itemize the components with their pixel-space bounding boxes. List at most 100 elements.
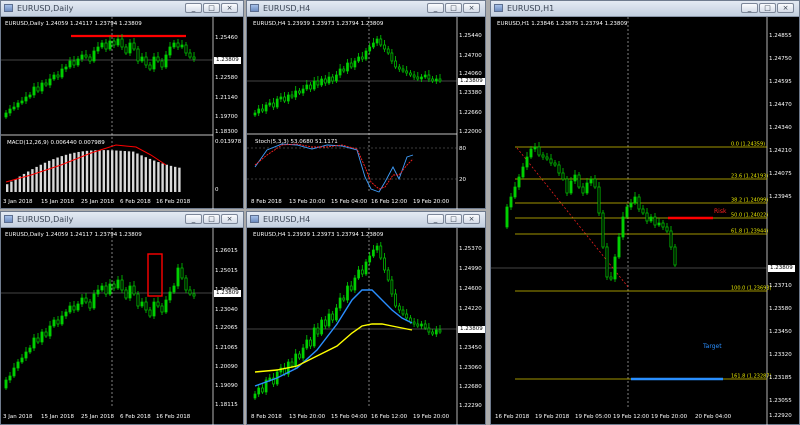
minimize-button[interactable]: _: [427, 214, 444, 224]
close-button[interactable]: ×: [463, 214, 480, 224]
candle-body: [48, 78, 52, 86]
time-label: 6 Feb 2018: [120, 414, 151, 420]
price-chart[interactable]: EURUSD,Daily 1.24059 1.24117 1.23794 1.2…: [1, 228, 243, 425]
candle-body: [52, 319, 56, 327]
candle-body: [327, 76, 331, 84]
macd-bar: [153, 160, 156, 192]
chart-window-eurusd-h1-fibonacci[interactable]: EURUSD,H1 _ □ × EURUSD,H1 1.23846 1.2387…: [490, 0, 800, 425]
macd-histogram: [6, 150, 181, 192]
indicator-label: 80: [459, 146, 466, 152]
price-label: 1.19700: [215, 114, 238, 120]
chart-window-eurusd-daily[interactable]: EURUSD,Daily _ □ × EURUSD,Daily 1.24059 …: [0, 211, 244, 425]
candle-body: [257, 387, 261, 395]
candle-body: [383, 257, 386, 271]
candle-body: [364, 261, 368, 275]
minimize-button[interactable]: _: [185, 3, 202, 13]
price-chart[interactable]: EURUSD,Daily 1.24059 1.24117 1.23794 1.2…: [1, 17, 243, 209]
candle-body: [168, 291, 172, 301]
time-label: 15 Jan 2018: [41, 199, 74, 205]
candle-body: [76, 303, 80, 311]
macd-bar: [111, 150, 114, 192]
chart-window-eurusd-daily-macd[interactable]: EURUSD,Daily _ □ × EURUSD,Daily 1.24059 …: [0, 0, 244, 209]
candle-body: [108, 283, 112, 295]
macd-bar: [119, 150, 122, 192]
window-titlebar[interactable]: EURUSD,Daily _ □ ×: [1, 1, 243, 17]
candle-body: [420, 76, 423, 80]
macd-bar: [102, 150, 105, 192]
candle-body: [172, 42, 176, 48]
maximize-button[interactable]: □: [759, 3, 776, 13]
price-label: 1.22920: [769, 413, 792, 419]
candle-body: [565, 178, 569, 194]
macd-bar: [157, 162, 160, 192]
candle-body: [72, 60, 76, 66]
window-titlebar[interactable]: EURUSD,Daily _ □ ×: [1, 212, 243, 228]
maximize-button[interactable]: □: [203, 3, 220, 13]
macd-bar: [31, 169, 34, 192]
candle-body: [625, 206, 629, 218]
close-button[interactable]: ×: [221, 214, 238, 224]
time-label: 16 Feb 2018: [495, 414, 530, 420]
window-titlebar[interactable]: EURUSD,H1 _ □ ×: [491, 1, 799, 17]
chart-window-icon: [4, 4, 13, 12]
candle-body: [537, 146, 541, 156]
candle-body: [309, 84, 312, 90]
close-button[interactable]: ×: [221, 3, 238, 13]
price-label: 1.25440: [459, 33, 482, 39]
price-chart[interactable]: EURUSD,H1 1.23846 1.23875 1.23794 1.2380…: [491, 17, 799, 425]
close-button[interactable]: ×: [777, 3, 794, 13]
chart-window-eurusd-h4-ma[interactable]: EURUSD,H4 _ □ × EURUSD,H4 1.23939 1.2397…: [246, 211, 486, 425]
close-button[interactable]: ×: [463, 3, 480, 13]
window-titlebar[interactable]: EURUSD,H4 _ □ ×: [247, 1, 485, 17]
candle-body: [323, 78, 327, 84]
macd-bar: [132, 151, 135, 192]
maximize-button[interactable]: □: [445, 3, 462, 13]
time-label: 19 Feb 2018: [535, 414, 570, 420]
candle-body: [152, 301, 156, 317]
price-label: 1.24470: [769, 102, 792, 108]
candle-body: [405, 70, 409, 74]
price-label: 1.23055: [769, 398, 792, 404]
minimize-button[interactable]: _: [741, 3, 758, 13]
candle-body: [68, 60, 72, 68]
price-label: 1.23450: [459, 345, 482, 351]
price-label: 1.23040: [215, 307, 238, 313]
candle-body: [386, 269, 390, 281]
candle-body: [423, 74, 427, 78]
candle-body: [108, 40, 112, 50]
candle-body: [509, 196, 513, 208]
candle-body: [335, 74, 338, 82]
window-title: EURUSD,H1: [507, 4, 555, 13]
macd-bar: [6, 184, 9, 192]
stochastic-signal-line: [254, 143, 414, 190]
minimize-button[interactable]: _: [185, 214, 202, 224]
minimize-button[interactable]: _: [427, 3, 444, 13]
candle-body: [120, 38, 124, 48]
maximize-button[interactable]: □: [203, 214, 220, 224]
candle-body: [4, 379, 8, 389]
price-chart[interactable]: EURUSD,H4 1.23939 1.23973 1.23794 1.2380…: [247, 228, 485, 425]
maximize-button[interactable]: □: [445, 214, 462, 224]
fib-level-label: 0.0 (1.24359): [731, 142, 765, 148]
macd-bar: [178, 167, 181, 192]
time-label: 15 Feb 04:00: [331, 414, 368, 420]
candle-body: [573, 174, 577, 182]
candle-body: [517, 176, 521, 188]
candle-body: [253, 393, 257, 399]
chart-window-eurusd-h4-stoch[interactable]: EURUSD,H4 _ □ × EURUSD,H4 1.23939 1.2397…: [246, 0, 486, 209]
time-label: 19 Feb 20:00: [651, 414, 688, 420]
price-label: 1.22680: [459, 384, 482, 390]
macd-bar: [140, 155, 143, 192]
window-titlebar[interactable]: EURUSD,H4 _ □ ×: [247, 212, 485, 228]
candle-body: [164, 54, 168, 68]
candle-body: [100, 42, 104, 48]
price-chart[interactable]: EURUSD,H4 1.23939 1.23973 1.23794 1.2380…: [247, 17, 485, 209]
macd-bar: [81, 151, 84, 192]
candle-body: [64, 66, 68, 70]
candle-body: [423, 323, 427, 329]
candle-body: [342, 68, 346, 72]
window-title: EURUSD,Daily: [17, 4, 74, 13]
candle-body: [36, 337, 40, 343]
time-label: 25 Jan 2018: [81, 199, 114, 205]
candle-body: [92, 50, 96, 62]
